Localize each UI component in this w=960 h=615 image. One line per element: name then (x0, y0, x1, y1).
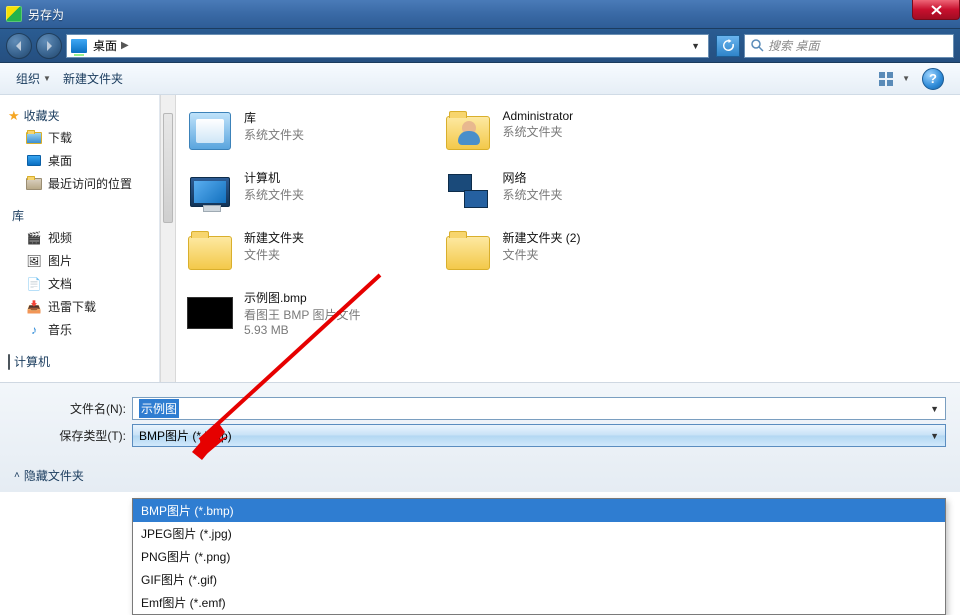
chevron-right-icon[interactable]: ▶ (121, 40, 129, 51)
nav-row: 桌面 ▶ ▼ 搜索 桌面 (0, 29, 960, 63)
filetype-option[interactable]: Emf图片 (*.emf) (133, 591, 945, 614)
list-item[interactable]: 示例图.bmp看图王 BMP 图片文件5.93 MB (186, 289, 456, 337)
filename-input[interactable]: 示例图 ▼ (132, 397, 946, 420)
filename-label: 文件名(N): (14, 400, 132, 417)
help-button[interactable]: ? (916, 66, 950, 92)
search-input[interactable]: 搜索 桌面 (744, 34, 954, 58)
chevron-down-icon: ▼ (902, 74, 910, 83)
sidebar-item-thunder[interactable]: 📥迅雷下载 (8, 295, 155, 318)
picture-icon: 🖼 (26, 254, 42, 268)
sidebar-favorites-header[interactable]: ★ 收藏夹 (8, 105, 155, 126)
desktop-icon (71, 39, 87, 53)
sidebar: ★ 收藏夹 下载 桌面 最近访问的位置 库 🎬视频 🖼图片 📄文档 📥迅雷下载 … (0, 95, 160, 382)
folder-icon (446, 236, 490, 270)
desktop-icon (27, 155, 41, 166)
sidebar-computer-header[interactable]: 计算机 (8, 351, 155, 372)
filetype-label: 保存类型(T): (14, 427, 132, 444)
titlebar: 另存为 (0, 0, 960, 29)
close-button[interactable] (912, 0, 960, 20)
search-placeholder: 搜索 桌面 (768, 37, 819, 54)
sidebar-item-documents[interactable]: 📄文档 (8, 272, 155, 295)
list-item[interactable]: 库系统文件夹 (186, 109, 436, 153)
thunder-icon: 📥 (26, 300, 42, 314)
organize-label: 组织 (16, 70, 40, 87)
back-button[interactable] (6, 33, 32, 59)
sidebar-libraries-label: 库 (12, 207, 24, 224)
chevron-down-icon[interactable]: ▼ (930, 404, 939, 414)
filetype-option[interactable]: BMP图片 (*.bmp) (133, 499, 945, 522)
sidebar-scrollbar[interactable] (160, 95, 176, 382)
file-list-pane[interactable]: 库系统文件夹 Administrator系统文件夹 计算机系统文件夹 网络系统文… (176, 95, 960, 382)
address-dropdown-arrow[interactable]: ▼ (687, 39, 704, 53)
sidebar-item-recent[interactable]: 最近访问的位置 (8, 172, 155, 195)
filename-value: 示例图 (139, 399, 179, 418)
sidebar-favorites-label: 收藏夹 (24, 107, 60, 124)
filetype-option[interactable]: JPEG图片 (*.jpg) (133, 522, 945, 545)
window-buttons (911, 0, 960, 20)
forward-button[interactable] (36, 33, 62, 59)
new-folder-label: 新建文件夹 (63, 70, 123, 87)
library-icon (189, 112, 231, 150)
filetype-dropdown: BMP图片 (*.bmp) JPEG图片 (*.jpg) PNG图片 (*.pn… (132, 498, 946, 615)
list-item[interactable]: 网络系统文件夹 (444, 169, 694, 213)
refresh-button[interactable] (716, 35, 740, 57)
new-folder-button[interactable]: 新建文件夹 (57, 68, 129, 89)
sidebar-item-desktop[interactable]: 桌面 (8, 149, 155, 172)
list-item[interactable]: Administrator系统文件夹 (444, 109, 694, 153)
recent-icon (26, 178, 42, 190)
bmp-thumbnail-icon (187, 297, 233, 329)
computer-icon (8, 354, 10, 370)
toolbar: 组织 ▼ 新建文件夹 ▼ ? (0, 63, 960, 95)
download-icon (26, 132, 42, 144)
breadcrumb-root[interactable]: 桌面 (93, 37, 117, 54)
user-folder-icon (446, 116, 490, 150)
filetype-value: BMP图片 (*.bmp) (139, 427, 232, 444)
sidebar-libraries-header[interactable]: 库 (8, 205, 155, 226)
hide-folders-label: 隐藏文件夹 (24, 467, 84, 484)
filetype-select[interactable]: BMP图片 (*.bmp) ▼ (132, 424, 946, 447)
view-options-button[interactable]: ▼ (873, 70, 916, 88)
hide-folders-toggle[interactable]: ˄ 隐藏文件夹 (14, 467, 946, 484)
star-icon: ★ (8, 108, 20, 124)
filetype-option[interactable]: PNG图片 (*.png) (133, 545, 945, 568)
list-item[interactable]: 新建文件夹文件夹 (186, 229, 436, 273)
computer-icon (190, 177, 230, 207)
sidebar-computer-label: 计算机 (14, 353, 50, 370)
sidebar-item-videos[interactable]: 🎬视频 (8, 226, 155, 249)
window-title: 另存为 (28, 6, 64, 23)
folder-icon (188, 236, 232, 270)
organize-menu[interactable]: 组织 ▼ (10, 68, 57, 89)
address-bar[interactable]: 桌面 ▶ ▼ (66, 34, 709, 58)
main-area: ★ 收藏夹 下载 桌面 最近访问的位置 库 🎬视频 🖼图片 📄文档 📥迅雷下载 … (0, 95, 960, 382)
app-icon (6, 6, 22, 22)
chevron-down-icon: ▼ (43, 74, 51, 83)
music-icon: ♪ (26, 323, 42, 337)
help-icon: ? (922, 68, 944, 90)
list-item[interactable]: 计算机系统文件夹 (186, 169, 436, 213)
sidebar-item-downloads[interactable]: 下载 (8, 126, 155, 149)
network-icon (448, 174, 488, 208)
document-icon: 📄 (26, 277, 42, 291)
list-item[interactable]: 新建文件夹 (2)文件夹 (444, 229, 694, 273)
sidebar-item-pictures[interactable]: 🖼图片 (8, 249, 155, 272)
bottom-panel: 文件名(N): 示例图 ▼ 保存类型(T): BMP图片 (*.bmp) ▼ ˄… (0, 382, 960, 492)
filetype-option[interactable]: GIF图片 (*.gif) (133, 568, 945, 591)
video-icon: 🎬 (26, 231, 42, 245)
sidebar-item-music[interactable]: ♪音乐 (8, 318, 155, 341)
chevron-down-icon[interactable]: ▼ (930, 431, 939, 441)
chevron-up-icon: ˄ (14, 470, 20, 481)
